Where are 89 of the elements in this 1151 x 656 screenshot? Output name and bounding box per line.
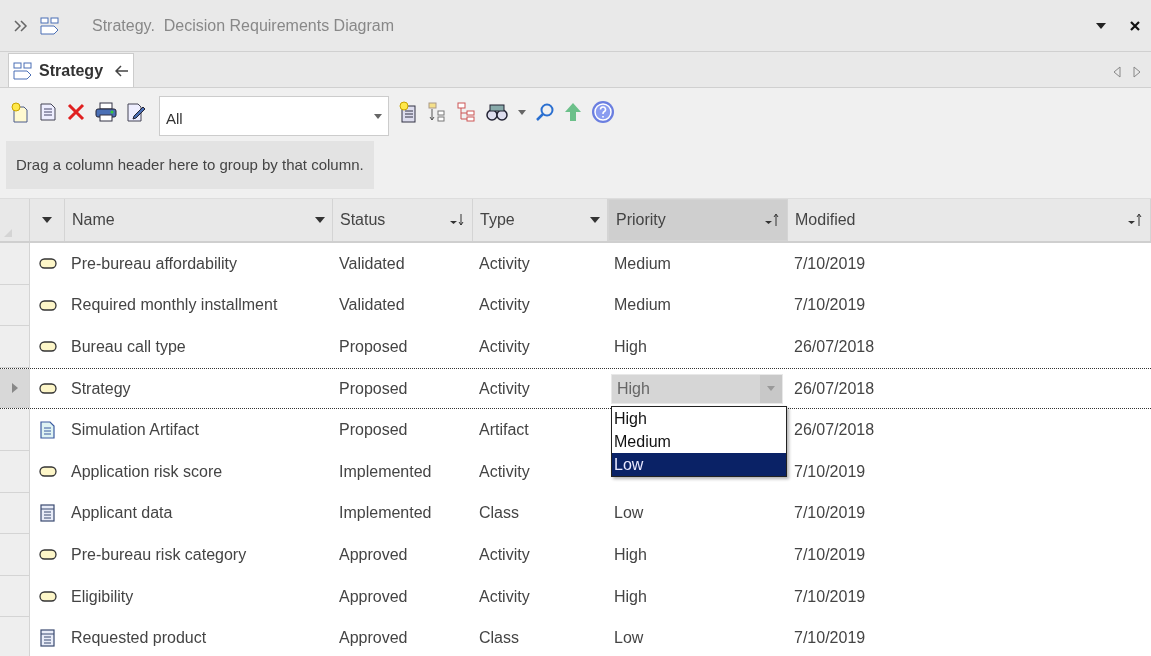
back-arrow-icon[interactable]	[115, 64, 130, 77]
status-cell-text: Validated	[339, 295, 405, 316]
hierarchy-icon[interactable]	[456, 102, 476, 122]
row-header[interactable]	[0, 368, 30, 409]
filter-dropdown[interactable]: All	[159, 96, 389, 136]
name-cell-text: Required monthly installment	[71, 295, 278, 316]
modified-cell-text: 7/10/2019	[794, 295, 866, 316]
new-element-icon[interactable]	[10, 101, 30, 123]
binoculars-icon[interactable]	[485, 102, 509, 122]
edit-document-icon[interactable]	[126, 102, 146, 122]
dropdown-option[interactable]: High	[612, 406, 786, 430]
caret-icon[interactable]	[518, 109, 526, 115]
document-icon	[40, 421, 55, 440]
type-cell-text: Activity	[479, 378, 530, 399]
filter-caret-icon[interactable]	[42, 217, 52, 223]
status-cell-text: Proposed	[339, 378, 408, 399]
filter-caret-icon[interactable]	[590, 217, 600, 223]
sort-ascending-icon[interactable]	[764, 213, 780, 227]
name-cell-text: Requested product	[71, 628, 207, 649]
modified-cell-text: 26/07/2018	[794, 337, 875, 357]
filter-caret-icon[interactable]	[315, 217, 325, 223]
name-cell-text: Pre-bureau risk category	[71, 544, 247, 565]
current-row-icon	[11, 383, 18, 394]
type-cell-text: Activity	[479, 586, 530, 607]
caret-icon	[374, 113, 382, 119]
modified-cell-text: 7/10/2019	[794, 544, 866, 565]
modified-cell-text: 26/07/2018	[794, 420, 875, 441]
priority-combo-box[interactable]: High	[611, 373, 783, 404]
type-cell-text: Activity	[479, 544, 530, 565]
status-cell-text: Implemented	[339, 503, 432, 524]
window-title: Strategy. Decision Requirements Diagram	[92, 15, 395, 36]
tree-sort-icon[interactable]	[427, 102, 447, 122]
dropdown-option[interactable]: Low	[612, 452, 786, 476]
modified-cell-text: 26/07/2018	[794, 378, 875, 399]
name-cell-text: Applicant data	[71, 503, 173, 524]
print-icon[interactable]	[95, 102, 117, 122]
modified-cell-text: 7/10/2019	[794, 503, 866, 524]
name-cell-text: Eligibility	[71, 586, 134, 607]
status-cell-text: Implemented	[339, 461, 432, 482]
dropdown-option[interactable]: Medium	[612, 429, 786, 453]
diagram-icon	[13, 61, 33, 80]
status-cell-text: Proposed	[339, 420, 408, 441]
column-header[interactable]: Priority	[608, 199, 788, 241]
type-cell-text: Class	[479, 628, 519, 649]
dropdown-icon[interactable]	[1095, 21, 1107, 30]
modified-cell-text: 7/10/2019	[794, 253, 866, 274]
modified-cell-text: 7/10/2019	[794, 586, 866, 607]
document-icon[interactable]	[39, 102, 57, 122]
status-cell-text: Approved	[339, 628, 408, 649]
priority-cell-text: High	[614, 337, 647, 357]
group-by-hint: Drag a column header here to group by that column.	[6, 141, 374, 189]
help-icon[interactable]	[591, 100, 615, 124]
new-list-icon[interactable]	[398, 101, 418, 123]
search-icon[interactable]	[535, 102, 555, 122]
scroll-left-icon[interactable]	[1113, 66, 1121, 78]
scroll-right-icon[interactable]	[1133, 66, 1141, 78]
name-cell-text: Pre-bureau affordability	[71, 253, 238, 274]
expand-icon[interactable]	[14, 19, 28, 32]
name-cell-text: Simulation Artifact	[71, 420, 200, 441]
priority-cell-text: Low	[614, 628, 644, 649]
diagram-icon	[40, 16, 60, 35]
priority-cell-text: Medium	[614, 253, 671, 274]
modified-cell-text: 7/10/2019	[794, 461, 866, 482]
up-arrow-icon[interactable]	[564, 102, 582, 122]
name-cell-text: Strategy	[71, 378, 131, 399]
type-cell-text: Activity	[479, 337, 530, 357]
priority-cell-text: Low	[614, 503, 644, 524]
type-cell-text: Activity	[479, 253, 530, 274]
priority-cell-text: High	[614, 544, 647, 565]
delete-icon[interactable]	[66, 102, 86, 122]
type-cell-text: Artifact	[479, 420, 529, 441]
priority-cell-text: Medium	[614, 295, 671, 316]
name-cell-text: Application risk score	[71, 461, 223, 482]
type-cell-text: Activity	[479, 461, 530, 482]
status-cell-text: Validated	[339, 253, 405, 274]
name-cell-text: Bureau call type	[71, 337, 186, 357]
list-document-icon	[40, 629, 55, 648]
status-cell-text: Proposed	[339, 337, 408, 357]
priority-cell-text: High	[614, 586, 647, 607]
status-cell-text: Approved	[339, 544, 408, 565]
tab[interactable]: Strategy	[8, 53, 135, 87]
modified-cell-text: 7/10/2019	[794, 628, 866, 649]
list-document-icon	[40, 504, 55, 523]
type-cell-text: Activity	[479, 295, 530, 316]
status-cell-text: Approved	[339, 586, 408, 607]
close-icon[interactable]	[1129, 19, 1141, 32]
sort-descending-icon[interactable]	[449, 213, 465, 227]
type-cell-text: Class	[479, 503, 519, 524]
sort-ascending-icon[interactable]	[1127, 213, 1143, 227]
